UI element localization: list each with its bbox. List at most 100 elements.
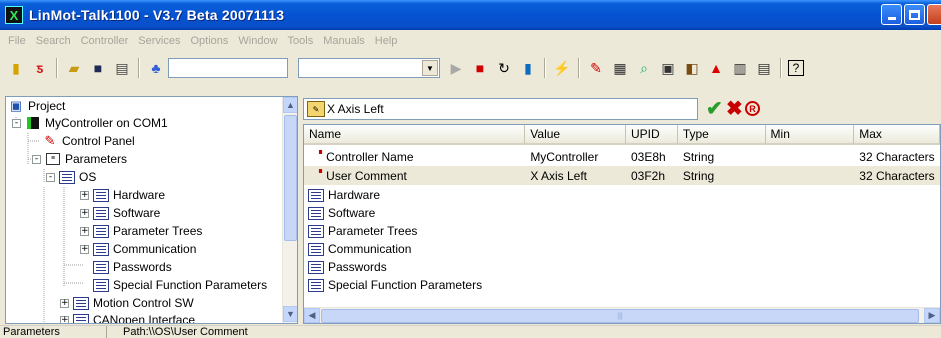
scrollbar-thumb[interactable] (284, 115, 297, 241)
menu-window[interactable]: Window (233, 35, 282, 47)
connect-icon[interactable]: ♣ (146, 58, 166, 78)
menu-services[interactable]: Services (133, 35, 185, 47)
close-button[interactable] (927, 4, 941, 25)
parameters-icon: ≡ (45, 152, 61, 166)
scroll-down-icon[interactable]: ▼ (283, 306, 297, 322)
doc-icon (59, 170, 75, 184)
expand-icon[interactable]: + (80, 208, 89, 218)
column-header-type[interactable]: Type (677, 125, 766, 145)
list-item[interactable]: Hardware (308, 186, 380, 204)
grid-horizontal-scrollbar[interactable]: ◀ ||| ▶ (304, 307, 940, 323)
tree-node-hardware[interactable]: + Hardware (80, 186, 165, 204)
list-icon[interactable]: ▤ (754, 58, 774, 78)
open-icon[interactable]: ƽ (30, 58, 50, 78)
path-field[interactable]: ✎ X Axis Left (303, 98, 698, 120)
accept-icon[interactable]: ✔ (706, 99, 723, 119)
menu-tools[interactable]: Tools (283, 35, 319, 47)
warning-icon[interactable]: ▲ (706, 58, 726, 78)
cell-value[interactable]: MyController (525, 150, 626, 164)
new-project-icon[interactable]: ▮ (6, 58, 26, 78)
expand-icon[interactable]: + (60, 315, 69, 323)
toolbar-input[interactable] (168, 58, 288, 78)
menu-options[interactable]: Options (185, 35, 233, 47)
save-icon[interactable]: ■ (88, 58, 108, 78)
doc-icon (93, 206, 109, 220)
tree-node-parameter-trees[interactable]: + Parameter Trees (80, 222, 202, 240)
print-icon[interactable]: ▤ (112, 58, 132, 78)
chevron-down-icon[interactable]: ▼ (422, 60, 438, 76)
scroll-up-icon[interactable]: ▲ (283, 97, 297, 113)
toolbar-separator (780, 58, 782, 78)
scroll-right-icon[interactable]: ▶ (924, 308, 940, 323)
reset-icon[interactable]: R (745, 101, 760, 116)
collapse-icon[interactable]: - (46, 172, 55, 182)
tree-node-special-function-parameters[interactable]: Special Function Parameters (93, 276, 267, 294)
tree-vertical-scrollbar[interactable]: ▲ ▼ (282, 97, 297, 323)
tree-node-mycontroller[interactable]: - MyController on COM1 (12, 114, 168, 132)
toolbar-separator (56, 58, 58, 78)
maximize-button[interactable] (904, 4, 925, 25)
oscilloscope-icon[interactable]: ⌕ (634, 58, 654, 78)
control-panel-icon: ✎ (44, 133, 56, 148)
table-row[interactable]: ▘Controller Name MyController 03E8h Stri… (304, 147, 940, 166)
menu-controller[interactable]: Controller (76, 35, 134, 47)
tree-node-control-panel[interactable]: ✎ Control Panel (42, 132, 135, 150)
maximize-icon (909, 9, 920, 20)
list-item[interactable]: Parameter Trees (308, 222, 417, 240)
parameter-grid[interactable]: Name Value UPID Type Min Max ▘Controller… (303, 124, 941, 324)
cell-max: 32 Characters (859, 168, 935, 183)
toolbar: ▮ ƽ ▰ ■ ▤ ♣ ▼ ▶ ■ ↻ ▮ ⚡ ✎ ▦ ⌕ ▣ ◧ ▲ ▥ ▤ … (0, 52, 941, 96)
expand-icon[interactable]: + (60, 298, 69, 308)
play-icon[interactable]: ▶ (446, 58, 466, 78)
toolbar-combo[interactable]: ▼ (298, 58, 440, 78)
tree-node-label: MyController on COM1 (45, 116, 168, 130)
minimize-button[interactable] (881, 4, 902, 25)
monitor-icon[interactable]: ▣ (658, 58, 678, 78)
project-tree[interactable]: ▣ Project - MyController on COM1 ✎ Contr… (5, 96, 298, 324)
folder-icon[interactable]: ▰ (64, 58, 84, 78)
column-header-max[interactable]: Max (854, 125, 940, 145)
expand-icon[interactable]: + (80, 244, 89, 254)
tree-node-project[interactable]: ▣ Project (8, 97, 66, 115)
list-item[interactable]: Software (308, 204, 375, 222)
scrollbar-thumb[interactable]: ||| (321, 309, 919, 323)
list-item[interactable]: Passwords (308, 258, 387, 276)
tree-node-passwords[interactable]: Passwords (93, 258, 172, 276)
list-item[interactable]: Special Function Parameters (308, 276, 482, 294)
menu-help[interactable]: Help (370, 35, 403, 47)
tools-icon[interactable]: ▥ (730, 58, 750, 78)
table-row-selected[interactable]: ▘User Comment X Axis Left 03F2h String 3… (304, 166, 940, 185)
config-icon[interactable]: ✎ (586, 58, 606, 78)
tree-node-software[interactable]: + Software (80, 204, 160, 222)
column-header-value[interactable]: Value (525, 125, 626, 145)
menu-search[interactable]: Search (31, 35, 76, 47)
collapse-icon[interactable]: - (32, 154, 41, 164)
tree-node-os[interactable]: - OS (46, 168, 96, 186)
stop-icon[interactable]: ■ (470, 58, 490, 78)
reset-icon[interactable]: ↻ (494, 58, 514, 78)
controller-icon[interactable]: ▮ (518, 58, 538, 78)
list-item[interactable]: Communication (308, 240, 411, 258)
tree-node-motion-control-sw[interactable]: + Motion Control SW (60, 294, 194, 312)
app-icon[interactable]: X (5, 6, 23, 24)
tree-node-parameters[interactable]: - ≡ Parameters (32, 150, 127, 168)
menu-file[interactable]: File (3, 35, 31, 47)
title-bar: X LinMot-Talk1100 - V3.7 Beta 20071113 (0, 0, 941, 30)
cell-name: ▘Controller Name (319, 149, 414, 164)
menu-manuals[interactable]: Manuals (318, 35, 370, 47)
scroll-left-icon[interactable]: ◀ (304, 308, 320, 323)
help-icon[interactable]: ? (788, 60, 804, 76)
column-header-min[interactable]: Min (765, 125, 855, 145)
collapse-icon[interactable]: - (12, 118, 21, 128)
parameter-icon[interactable]: ▦ (610, 58, 630, 78)
column-header-upid[interactable]: UPID (625, 125, 678, 145)
cell-value[interactable]: X Axis Left (525, 169, 626, 183)
expand-icon[interactable]: + (80, 226, 89, 236)
column-header-name[interactable]: Name (304, 125, 526, 145)
wand-icon[interactable]: ⚡ (552, 58, 572, 78)
expand-icon[interactable]: + (80, 190, 89, 200)
drive-icon[interactable]: ◧ (682, 58, 702, 78)
tree-node-canopen-interface[interactable]: + CANopen Interface (60, 311, 195, 323)
tree-node-communication[interactable]: + Communication (80, 240, 196, 258)
cancel-icon[interactable]: ✖ (726, 99, 743, 119)
